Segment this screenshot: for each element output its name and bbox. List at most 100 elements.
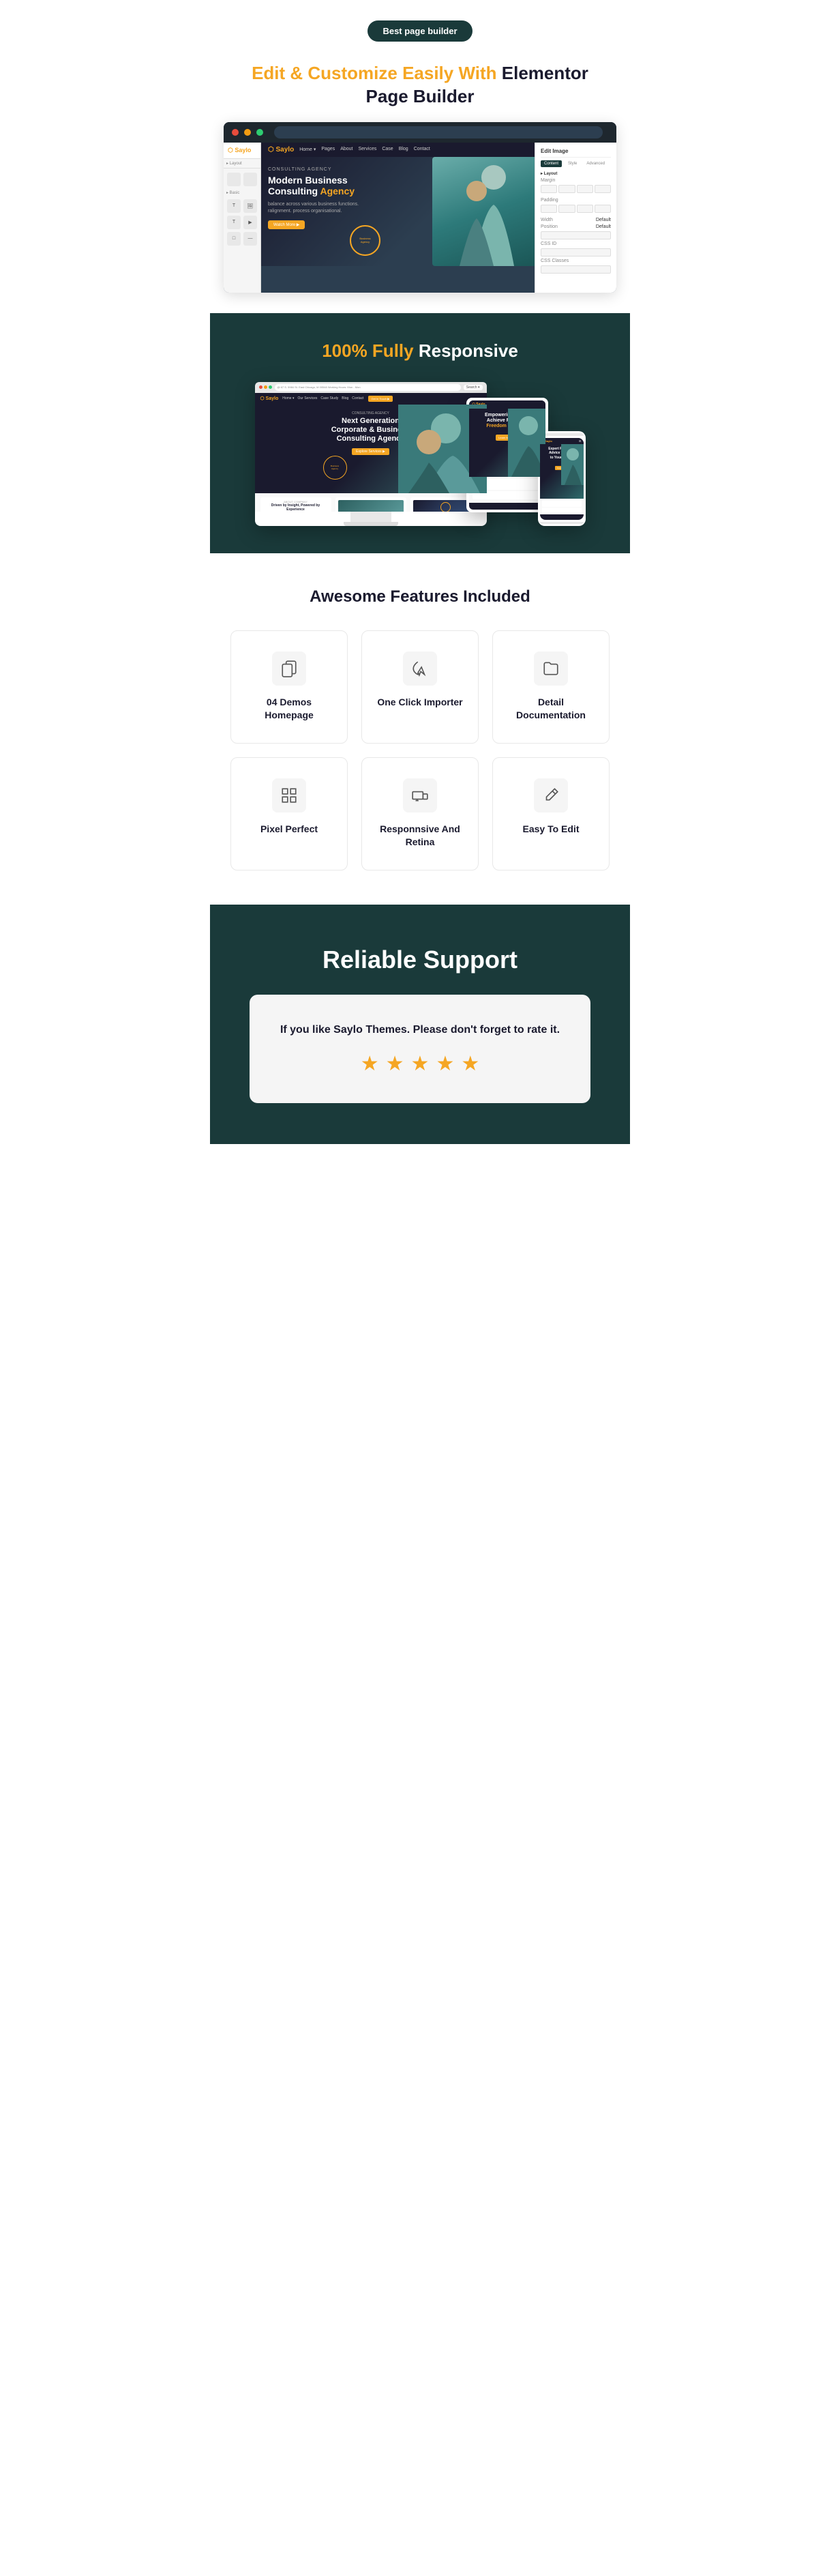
nav-contact: Contact [414,147,430,152]
edit-icon-svg [542,787,560,804]
hero-cta-button[interactable]: Watch More ▶ [268,220,305,229]
features-section: Awesome Features Included 04 Demos Homep… [210,553,630,905]
desktop-hero: CONSULTING AGENCY Next GenerationCorpora… [255,405,487,493]
feature-title-edit: Easy To Edit [503,823,599,836]
panel-cssclass-row: CSS Classes [541,259,611,263]
badge-section: Best page builder [210,0,630,55]
dot-yellow [244,129,251,136]
main-heading: Edit & Customize Easily With Elementor P… [237,62,603,108]
feature-card-pixel: Pixel Perfect [230,757,348,870]
responsive-section: 100% Fully Responsive @ 67 S. 5984 St. E… [210,313,630,553]
panel-zindex-input[interactable] [541,231,611,239]
panel-padding-row: Padding [541,198,611,203]
d-nav-services: Our Services [297,396,317,400]
nav-case: Case [382,147,393,152]
panel-width-val: Default [596,218,611,222]
dot-green [256,129,263,136]
margin-left[interactable] [595,185,611,193]
phone-bottombar [540,522,584,524]
panel-margin-row: Margin [541,178,611,183]
site-nav-links: Home ▾ Pages About Services Case Blog Co… [299,147,430,152]
hero-badge-circle: BusinessAgency [350,225,380,256]
phone-menu-icon: ☰ [579,439,582,443]
padding-left[interactable] [595,205,611,213]
desktop-search-btn: Search ▾ [464,385,483,390]
device-tablet: ⬡ Saylo Empowering You toAchieve Financi… [466,398,548,512]
elementor-main-area: ⬡ Saylo Home ▾ Pages About Services Case… [261,143,535,293]
d-dot-red [259,385,262,389]
feature-title-demos: 04 Demos Homepage [241,696,337,722]
stars-container: ★ ★ ★ ★ ★ [270,1052,570,1076]
phone-nav: ⬡ Saylo ☰ [540,438,584,444]
desktop-hero-btn[interactable]: Explore Services ▶ [352,448,389,455]
feature-icon-pixel [272,778,306,813]
padding-right[interactable] [558,205,575,213]
feature-title-responsive: Responnsive And Retina [372,823,468,849]
elementor-icon-heading: T [227,199,241,213]
phone-hero-svg [561,444,584,485]
feature-card-edit: Easy To Edit [492,757,610,870]
panel-cssid-row: CSS ID [541,241,611,246]
desktop-stand [350,512,391,522]
panel-tab-content[interactable]: Content [541,160,562,167]
star-3: ★ [411,1052,430,1076]
margin-bottom[interactable] [577,185,593,193]
d-dot-yellow [264,385,267,389]
feature-title-importer: One Click Importer [372,696,468,709]
panel-cssclass-input[interactable] [541,265,611,274]
topbar-url-bar [274,126,603,138]
panel-tab-advanced[interactable]: Advanced [583,160,608,167]
nav-pages: Pages [321,147,335,152]
feature-icon-importer [403,652,437,686]
elementor-icon-grid: ▸ Basic T 🖼 T ▶ □ — [224,169,260,250]
elementor-site-nav: ⬡ Saylo Home ▾ Pages About Services Case… [261,143,535,157]
panel-cssid-input[interactable] [541,248,611,257]
elementor-icon-row-3: T ▶ [226,216,258,229]
page-builder-badge: Best page builder [368,20,472,42]
feature-icon-docs [534,652,568,686]
elementor-icon-divider: — [243,232,257,246]
responsive-yellow: 100% Fully [322,340,413,361]
elementor-body: ⬡ Saylo ▸ Layout ▸ Basic T 🖼 T ▶ [224,143,616,293]
device-desktop: @ 67 S. 5984 St. East Chicago, M 00548 W… [255,382,487,526]
phone-section [540,499,584,514]
site-logo: ⬡ Saylo [268,146,294,153]
elementor-screenshot-section: ⬡ Saylo ▸ Layout ▸ Basic T 🖼 T ▶ [210,122,630,313]
elementor-icon-row-2: T 🖼 [226,199,258,213]
elementor-icon-image: 🖼 [243,199,257,213]
padding-bottom[interactable] [577,205,593,213]
desktop-nav-links: Home ▾ Our Services Case Study Blog Cont… [282,396,363,400]
elementor-mock: ⬡ Saylo ▸ Layout ▸ Basic T 🖼 T ▶ [224,122,616,293]
panel-tabs: Content Style Advanced [541,160,611,167]
margin-top[interactable] [541,185,557,193]
panel-padding-inputs [541,205,611,215]
panel-width-row: Width Default [541,218,611,222]
panel-padding-label: Padding [541,198,558,203]
feature-icon-responsive [403,778,437,813]
d-nav-home: Home ▾ [282,396,294,400]
star-2: ★ [386,1052,404,1076]
hero-image-inner [432,157,535,266]
elementor-icon-row-4: □ — [226,232,258,246]
feature-icon-edit [534,778,568,813]
panel-tab-style[interactable]: Style [565,160,580,167]
desktop-nav-cta[interactable]: Get In Touch ▶ [368,396,393,402]
nav-about: About [340,147,352,152]
star-4: ★ [436,1052,454,1076]
star-5: ★ [461,1052,479,1076]
device-phone: ⬡ Saylo ☰ Expert FinancialAdvice Tailore… [538,431,586,526]
panel-position-row: Position Default [541,224,611,229]
panel-margin-inputs [541,185,611,195]
tablet-hero: Empowering You toAchieve FinancialFreedo… [469,409,545,477]
desktop-dots [259,385,272,389]
margin-right[interactable] [558,185,575,193]
padding-top[interactable] [541,205,557,213]
features-heading: Awesome Features Included [230,587,610,606]
panel-margin-label: Margin [541,178,555,183]
hero-description: balance across various business function… [268,201,377,215]
elementor-topbar [224,122,616,143]
docs-icon-svg [542,660,560,677]
feature-card-importer: One Click Importer [361,630,479,744]
panel-cssclass-label: CSS Classes [541,259,569,263]
main-heading-section: Edit & Customize Easily With Elementor P… [210,55,630,122]
